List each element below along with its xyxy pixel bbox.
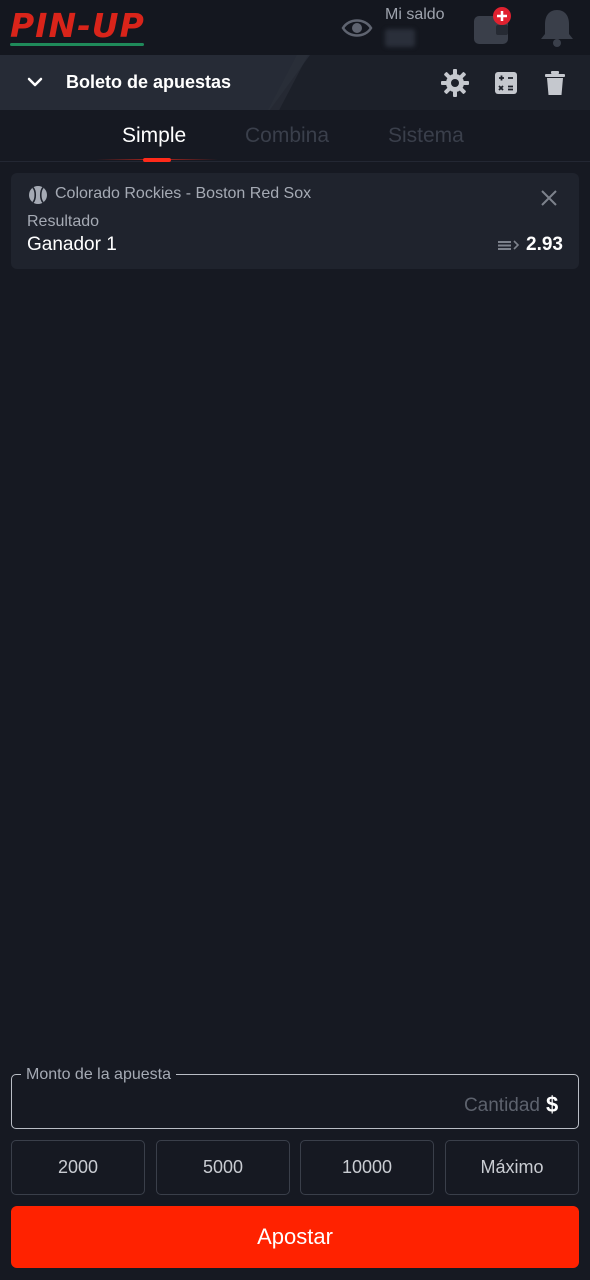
bet-slip-header: Boleto de apuestas	[0, 55, 590, 110]
odds-change-icon	[498, 240, 520, 250]
selection-name: Ganador 1	[27, 234, 117, 255]
tab-simple[interactable]: Simple	[122, 124, 186, 148]
bet-card: Colorado Rockies - Boston Red Sox Result…	[11, 173, 579, 269]
currency-symbol: $	[546, 1092, 559, 1117]
gear-icon[interactable]	[440, 68, 470, 98]
chevron-down-icon[interactable]	[25, 72, 45, 92]
market-name: Resultado	[27, 213, 100, 230]
tab-sistema[interactable]: Sistema	[388, 124, 464, 148]
bet-slip-title: Boleto de apuestas	[66, 72, 232, 92]
bell-icon[interactable]	[537, 6, 577, 48]
logo[interactable]: PIN-UP	[10, 6, 145, 45]
logo-underline	[10, 43, 144, 46]
match-name[interactable]: Colorado Rockies - Boston Red Sox	[55, 185, 311, 203]
wallet-add-icon[interactable]	[472, 6, 514, 46]
stake-input[interactable]	[30, 1094, 540, 1118]
quick-stake-button[interactable]: 5000	[156, 1140, 290, 1195]
close-icon[interactable]	[540, 189, 558, 207]
trash-icon[interactable]	[540, 68, 570, 98]
calculator-icon[interactable]	[491, 68, 521, 98]
max-stake-button[interactable]: Máximo	[445, 1140, 579, 1195]
quick-stake-button[interactable]: 2000	[11, 1140, 145, 1195]
quick-stake-button[interactable]: 10000	[300, 1140, 434, 1195]
active-tab-indicator	[143, 158, 171, 162]
top-header: PIN-UP Mi saldo	[0, 0, 590, 55]
balance-label: Mi saldo	[385, 6, 445, 23]
tab-combina[interactable]: Combina	[245, 124, 329, 148]
baseball-icon	[29, 186, 47, 204]
bet-type-tabs: Simple Combina Sistema	[0, 110, 590, 162]
stake-label: Monto de la apuesta	[21, 1066, 176, 1084]
eye-icon[interactable]	[341, 14, 373, 42]
balance-value-hidden	[385, 29, 415, 47]
place-bet-button[interactable]: Apostar	[11, 1206, 579, 1268]
odds-value: 2.93	[526, 234, 563, 255]
